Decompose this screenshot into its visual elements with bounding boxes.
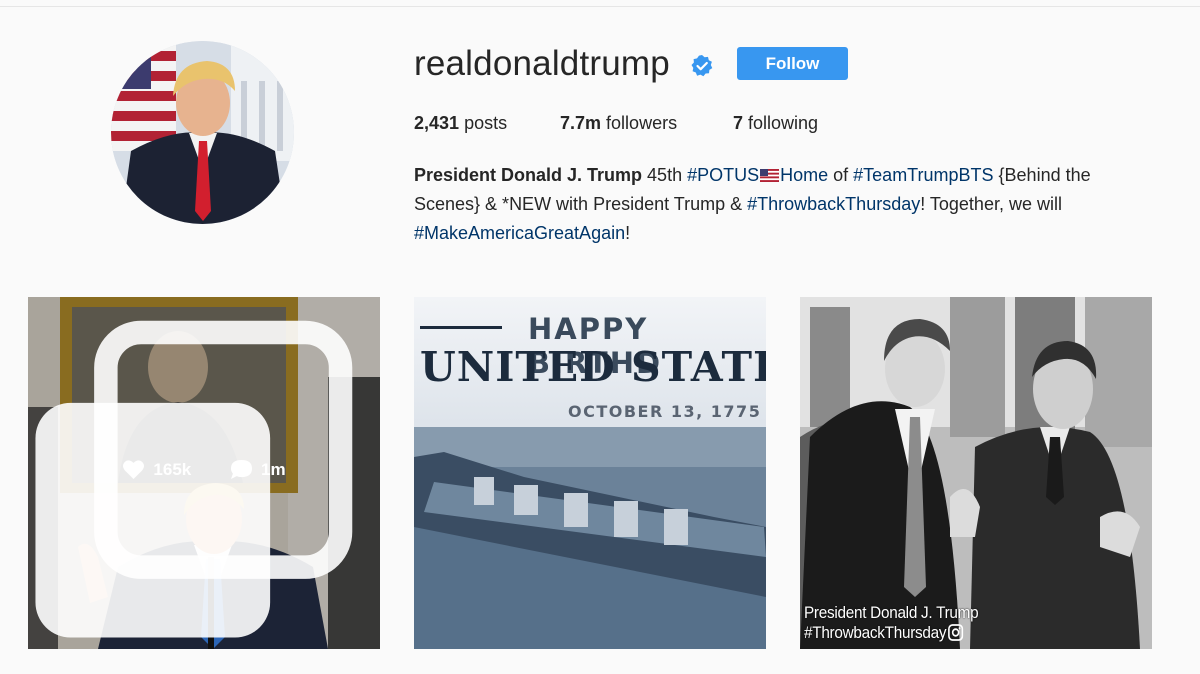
banner-rule: [420, 326, 502, 329]
comments-count-value: 1m: [260, 459, 286, 479]
followers-link[interactable]: 7.7m followers: [560, 113, 677, 134]
posts-count-value: 2,431: [414, 113, 460, 133]
post-3-caption-line-1: President Donald J. Trump: [804, 603, 979, 622]
post-image-3: [800, 297, 1152, 649]
post-tile-3[interactable]: [800, 297, 1152, 649]
bio-text: of: [828, 165, 854, 185]
avatar-image: [111, 41, 294, 224]
profile-avatar[interactable]: [111, 41, 294, 224]
followers-count-value: 7.7m: [560, 113, 602, 133]
hashtag-potus[interactable]: #POTUS: [687, 165, 759, 185]
hashtag-teamtrumpbts[interactable]: #TeamTrumpBTS: [853, 165, 993, 185]
instagram-icon: [948, 624, 964, 641]
hashtag-throwbackthursday[interactable]: #ThrowbackThursday: [747, 194, 920, 214]
likes-count-value: 165k: [153, 459, 192, 479]
bio-name: President Donald J. Trump: [414, 165, 643, 185]
follow-button[interactable]: Follow: [737, 47, 848, 80]
banner-text-area: HAPPY BIRTHD UNITED STATES OCTOBER 13, 1…: [414, 297, 766, 649]
post-1-overlay-stats: 165k 1m: [28, 459, 380, 485]
following-label: following: [748, 113, 819, 133]
banner-line-2: UNITED STATES: [420, 343, 766, 391]
post-3-caption-line-2: #ThrowbackThursday: [804, 623, 964, 643]
profile-username: realdonaldtrump: [414, 44, 670, 83]
top-divider: [0, 6, 1200, 7]
banner-line-3: OCTOBER 13, 1775: [568, 402, 762, 421]
verified-badge-icon: [691, 55, 713, 77]
likes-count: 165k: [122, 459, 191, 480]
posts-count-label: posts: [464, 113, 508, 133]
followers-label: followers: [606, 113, 678, 133]
bio-home-text: Home: [780, 165, 829, 185]
hashtag-makeamericagreatagain[interactable]: #MakeAmericaGreatAgain: [414, 223, 625, 243]
comments-count: 1m: [230, 459, 286, 480]
comment-icon: [230, 459, 252, 480]
bio-text: 45th: [642, 165, 688, 185]
posts-count: 2,431 posts: [414, 113, 507, 134]
us-flag-icon: [760, 169, 780, 182]
heart-icon: [123, 460, 145, 480]
bio-text: ! Together, we will: [920, 194, 1062, 214]
bio-text: !: [625, 223, 631, 243]
following-link[interactable]: 7 following: [733, 113, 818, 134]
profile-bio: President Donald J. Trump 45th #POTUS Hom…: [414, 161, 1134, 248]
following-count-value: 7: [733, 113, 744, 133]
post-tile-1[interactable]: 165k 1m: [28, 297, 380, 649]
caption-hashtag: #ThrowbackThursday: [804, 623, 947, 642]
